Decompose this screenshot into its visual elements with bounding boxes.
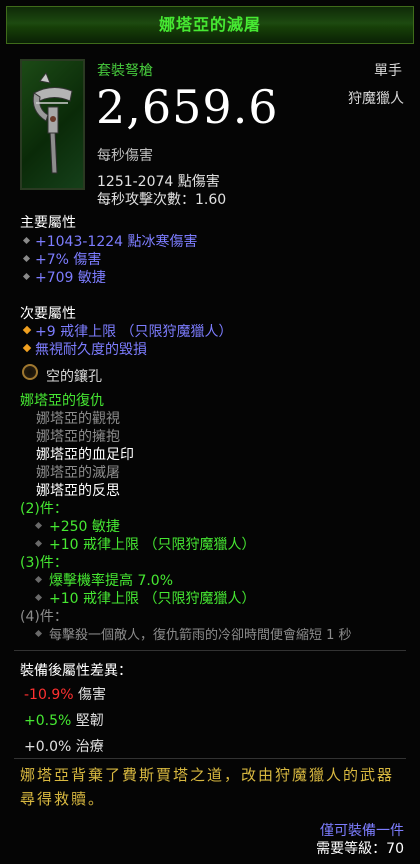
attacks-per-second: 每秒攻擊次數：1.60 [97, 192, 227, 208]
set-piece: 娜塔亞的滅屠 [36, 465, 120, 481]
bullet-icon [34, 575, 43, 584]
set-bonus-label-inactive: (4)件： [20, 609, 68, 625]
item-image-frame [20, 59, 85, 190]
set-bonus-label: (2)件： [20, 501, 68, 517]
compare-row-healing: +0.0% 治療 [24, 739, 104, 755]
set-piece-equipped: 娜塔亞的反思 [36, 483, 120, 499]
dps-value: 2,659.6 [96, 80, 279, 134]
set-bonus-stat: +250 敏捷 [34, 516, 120, 536]
secondary-title: 次要屬性 [20, 306, 76, 322]
item-name: 娜塔亞的滅屠 [158, 15, 261, 34]
item-name-header: 娜塔亞的滅屠 [6, 6, 414, 44]
primary-stat: +709 敏捷 [22, 267, 106, 287]
primary-title: 主要屬性 [20, 215, 76, 231]
bullet-icon [34, 629, 43, 638]
dps-label: 每秒傷害 [97, 148, 153, 164]
orange-bullet-icon [22, 325, 32, 335]
orange-bullet-icon [22, 343, 32, 353]
flavor-text: 娜塔亞背棄了費斯賈塔之道，改由狩魔獵人的武器尋得救贖。 [20, 766, 395, 808]
bullet-icon [22, 236, 31, 245]
compare-row-toughness: +0.5% 堅韌 [24, 713, 104, 729]
bullet-icon [22, 272, 31, 281]
bullet-icon [22, 254, 31, 263]
primary-stat: +7% 傷害 [22, 249, 101, 269]
item-tooltip: 娜塔亞的滅屠 套裝弩槍 單手 狩魔獵人 2,659.6 每秒傷害 1251-20… [0, 0, 420, 864]
compare-title: 裝備後屬性差異： [20, 663, 132, 679]
required-level: 需要等級：70 [316, 841, 404, 857]
empty-socket-icon [22, 364, 38, 380]
secondary-stat: +9 戒律上限 （只限狩魔獵人） [22, 321, 233, 341]
compare-row-damage: -10.9% 傷害 [24, 687, 106, 703]
secondary-stat: 無視耐久度的毀損 [22, 339, 147, 359]
bullet-icon [34, 521, 43, 530]
set-bonus-stat: +10 戒律上限 （只限狩魔獵人） [34, 534, 255, 554]
primary-stat: +1043-1224 點冰寒傷害 [22, 231, 198, 251]
divider [14, 650, 406, 651]
set-bonus-stat: +10 戒律上限 （只限狩魔獵人） [34, 588, 255, 608]
damage-range: 1251-2074 點傷害 [97, 174, 220, 190]
set-bonus-label: (3)件： [20, 555, 68, 571]
slot-type: 單手 [374, 63, 402, 79]
hand-crossbow-icon [32, 71, 73, 174]
set-piece-equipped: 娜塔亞的血足印 [36, 447, 134, 463]
bullet-icon [34, 593, 43, 602]
divider [14, 758, 406, 759]
item-type: 套裝弩槍 [97, 63, 153, 79]
set-bonus-stat-inactive: 每擊殺一個敵人，復仇箭雨的冷卻時間便會縮短 1 秒 [34, 624, 352, 643]
set-piece: 娜塔亞的擁抱 [36, 429, 120, 445]
unique-equipped: 僅可裝備一件 [320, 823, 404, 839]
set-bonus-stat: 爆擊機率提高 7.0% [34, 570, 173, 590]
bullet-icon [34, 539, 43, 548]
set-name: 娜塔亞的復仇 [20, 393, 104, 409]
set-piece: 娜塔亞的觀視 [36, 411, 120, 427]
class-restriction: 狩魔獵人 [348, 91, 404, 107]
socket-label: 空的鑲孔 [46, 369, 102, 385]
